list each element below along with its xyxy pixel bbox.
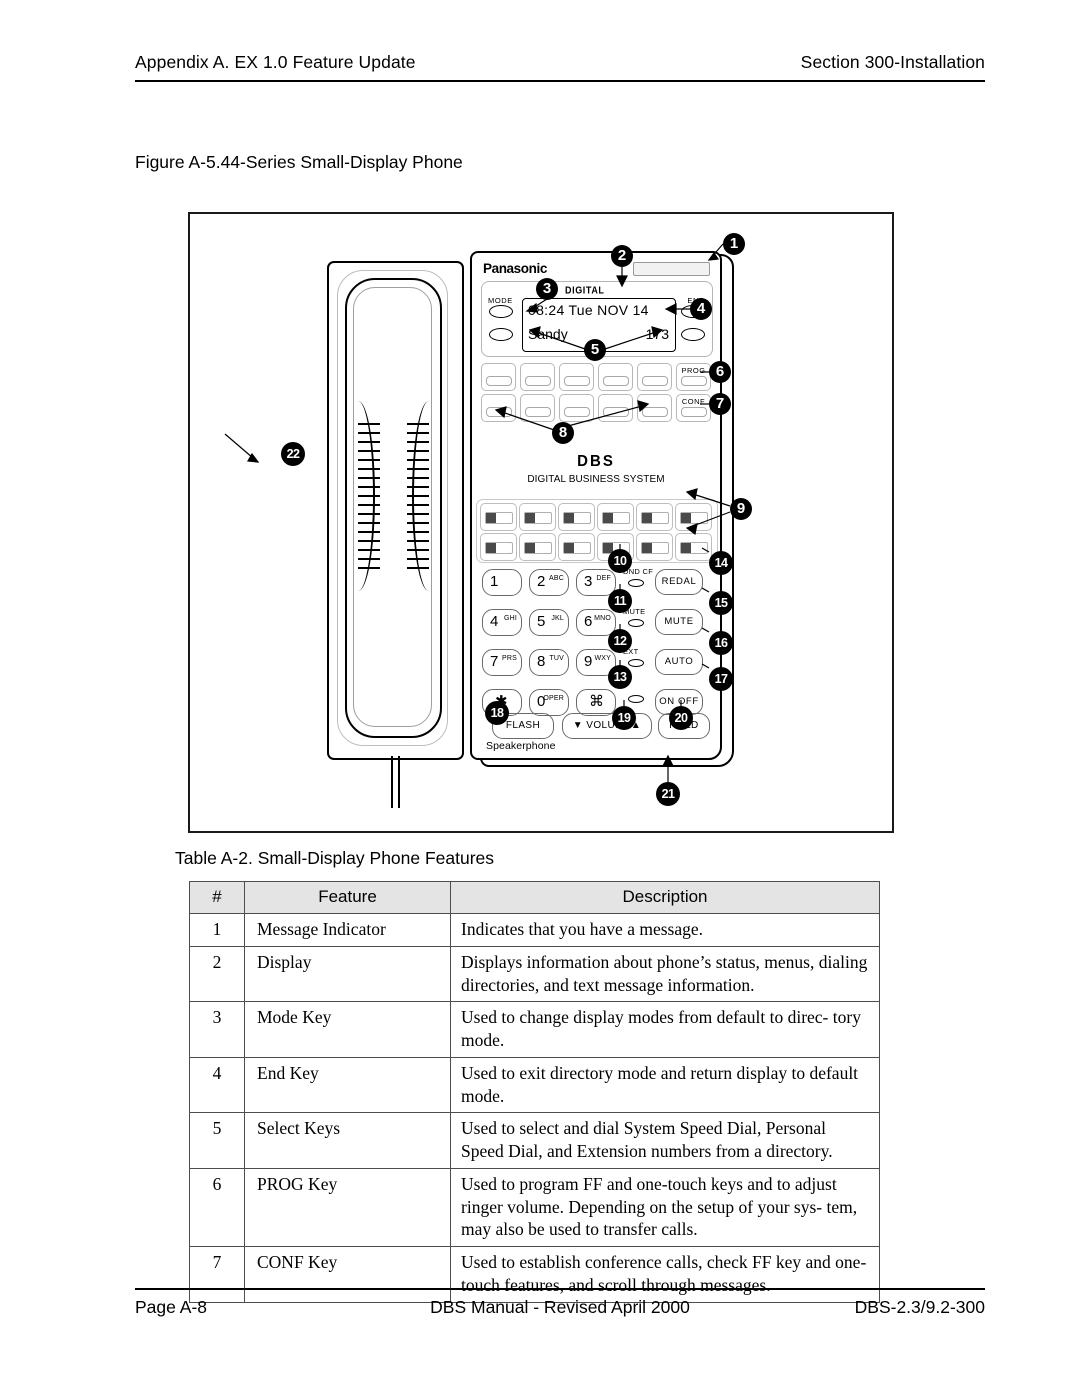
footer-document-code: DBS-2.3/9.2-300 (854, 1297, 985, 1317)
table-caption: Table A-2. Small-Display Phone Features (175, 848, 495, 868)
callout-11: 11 (608, 589, 632, 613)
header-rule (135, 80, 985, 82)
table-row: 5 Select Keys Used to select and dial Sy… (189, 1112, 880, 1169)
row-number: 3 (189, 1001, 245, 1058)
callout-1: 1 (723, 233, 745, 255)
running-header: Appendix A. EX 1.0 Feature Update Sectio… (135, 52, 985, 88)
row-number: 4 (189, 1056, 245, 1114)
callout-12: 12 (608, 629, 632, 653)
row-description: Indicates that you have a message. (450, 913, 880, 947)
table-row: 3 Mode Key Used to change display modes … (189, 1001, 880, 1058)
row-feature: PROG Key (244, 1167, 451, 1248)
running-footer: Page A-8 DBS Manual - Revised April 2000… (135, 1288, 985, 1328)
row-number: 1 (189, 913, 245, 947)
table-row: 6 PROG Key Used to program FF and one-to… (189, 1167, 880, 1248)
row-description: Used to select and dial System Speed Dia… (450, 1112, 880, 1169)
table-row: 4 End Key Used to exit directory mode an… (189, 1056, 880, 1114)
row-feature: Select Keys (244, 1112, 451, 1169)
document-page: Appendix A. EX 1.0 Feature Update Sectio… (0, 0, 1080, 1397)
callout-20: 20 (669, 706, 693, 730)
callout-3: 3 (536, 278, 558, 300)
column-header-number: # (189, 881, 245, 914)
header-right-text: Section 300-Installation (800, 52, 985, 72)
row-number: 5 (189, 1112, 245, 1169)
column-header-description: Description (450, 881, 880, 914)
row-feature: End Key (244, 1056, 451, 1114)
callout-5: 5 (584, 339, 606, 361)
callout-14: 14 (709, 551, 733, 575)
row-number: 6 (189, 1167, 245, 1248)
callout-18: 18 (485, 701, 509, 725)
row-description: Used to exit directory mode and return d… (450, 1056, 880, 1114)
callout-13: 13 (608, 665, 632, 689)
figure-frame: Panasonic DIGITAL MODE END 08:24 Tue NOV… (188, 212, 894, 833)
row-description: Displays information about phone’s statu… (450, 945, 880, 1003)
row-feature: Display (244, 945, 451, 1003)
figure-caption: Figure A-5.44-Series Small-Display Phone (135, 152, 463, 172)
callout-15: 15 (709, 591, 733, 615)
callout-21: 21 (656, 782, 680, 806)
column-header-feature: Feature (244, 881, 451, 914)
callout-10: 10 (608, 549, 632, 573)
callout-22: 22 (281, 442, 305, 466)
row-feature: Message Indicator (244, 913, 451, 947)
callout-2: 2 (611, 245, 633, 267)
callout-4: 4 (690, 298, 712, 320)
table-header-row: # Feature Description (189, 881, 880, 914)
header-left-text: Appendix A. EX 1.0 Feature Update (135, 52, 416, 72)
callout-8: 8 (552, 422, 574, 444)
callout-17: 17 (709, 667, 733, 691)
row-number: 2 (189, 945, 245, 1003)
callout-7: 7 (709, 393, 731, 415)
row-feature: Mode Key (244, 1001, 451, 1058)
table-row: 2 Display Displays information about pho… (189, 945, 880, 1003)
features-table: # Feature Description 1 Message Indicato… (189, 881, 880, 1303)
callout-16: 16 (709, 631, 733, 655)
row-description: Used to change display modes from defaul… (450, 1001, 880, 1058)
callout-19: 19 (612, 706, 636, 730)
callout-leader-lines (224, 243, 731, 782)
row-description: Used to program FF and one-touch keys an… (450, 1167, 880, 1248)
footer-rule (135, 1288, 985, 1290)
table-row: 1 Message Indicator Indicates that you h… (189, 913, 880, 947)
callout-6: 6 (709, 361, 731, 383)
callout-9: 9 (730, 498, 752, 520)
